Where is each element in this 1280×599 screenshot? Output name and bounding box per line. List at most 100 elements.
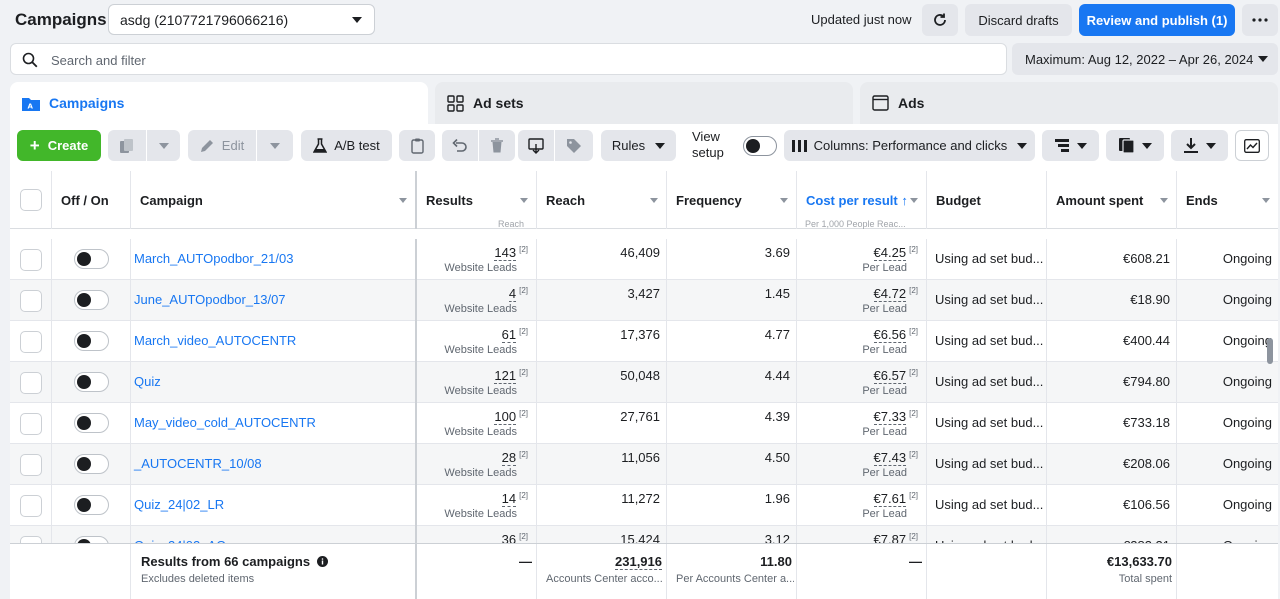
download-button[interactable] [1171,130,1228,161]
edit-button[interactable]: Edit [188,130,256,161]
search-bar[interactable] [10,43,1007,75]
export-button[interactable] [518,130,554,161]
tab-campaigns[interactable]: A Campaigns [10,82,428,124]
clipboard-button[interactable] [399,130,435,161]
table-row[interactable]: March_video_AUTOCENTR 61 [2] Website Leads 1… [10,321,1278,362]
breakdown-button[interactable] [1042,130,1099,161]
reach-value: 11,056 [621,450,660,465]
row-checkbox[interactable] [20,290,42,312]
cost-number[interactable]: €4.25 [873,245,907,261]
header-frequency[interactable]: Frequency [667,171,797,229]
undo-button[interactable] [442,130,478,161]
campaign-name-link[interactable]: June_AUTOpodbor_13/07 [134,292,286,307]
create-button[interactable]: + Create [17,130,101,161]
row-checkbox[interactable] [20,454,42,476]
sort-caret-icon [650,198,658,203]
campaign-name-link[interactable]: March_video_AUTOCENTR [134,333,296,348]
review-publish-button[interactable]: Review and publish (1) [1079,4,1235,36]
header-off-on[interactable]: Off / On [52,171,131,229]
row-checkbox[interactable] [20,495,42,517]
row-checkbox[interactable] [20,372,42,394]
duplicate-dropdown-button[interactable] [147,130,180,161]
campaign-name-link[interactable]: Quiz [134,374,161,389]
campaign-toggle[interactable] [74,372,109,392]
header-ends[interactable]: Ends [1177,171,1278,229]
campaign-name-link[interactable]: March_AUTOpodbor_21/03 [134,251,293,266]
header-amount-spent[interactable]: Amount spent [1047,171,1177,229]
table-scrollbar[interactable] [1267,338,1273,364]
footer-frequency-value: 11.80 [760,554,792,569]
frequency-value: 4.50 [764,450,790,465]
view-setup-toggle[interactable] [743,136,777,156]
reports-button[interactable] [1106,130,1164,161]
footer-frequency-cell [667,544,797,599]
footnote-marker: [2] [909,450,918,459]
table-row[interactable]: May_video_cold_AUTOCENTR 100 [2] Website Le… [10,403,1278,444]
header-campaign[interactable]: Campaign [131,171,417,229]
table-row[interactable]: Quiz 121 [2] Website Leads 50,048 4.44 €6.57 [2… [10,362,1278,403]
svg-text:A: A [28,102,34,110]
table-row[interactable]: _AUTOCENTR_10/08 28 [2] Website Leads 11,056… [10,444,1278,485]
table-row[interactable]: March_AUTOpodbor_21/03 143 [2] Website Lead… [10,239,1278,280]
row-checkbox[interactable] [20,249,42,271]
sort-caret-icon [520,198,528,203]
results-value: 28 [2] [417,450,528,466]
campaign-toggle[interactable] [74,331,109,351]
cost-number[interactable]: €7.33 [873,409,907,425]
cost-number[interactable]: €7.43 [873,450,907,466]
table-row[interactable]: June_AUTOpodbor_13/07 4 [2] Website Leads 3,… [10,280,1278,321]
results-number[interactable]: 121 [494,368,517,384]
info-icon[interactable] [316,556,328,567]
toggle-knob [77,416,91,430]
results-number[interactable]: 100 [494,409,517,425]
table-row[interactable]: Quiz_24|02_LR 14 [2] Website Leads 11,272 1.9… [10,485,1278,526]
campaign-name-link[interactable]: _AUTOCENTR_10/08 [134,456,262,471]
campaigns-table: Off / On Campaign Results Reach Frequenc… [10,171,1278,599]
line-chart-icon [1244,138,1260,153]
footer-blank [10,544,131,599]
account-selector[interactable]: asdg (2107721796066216) [108,4,375,35]
tab-ads[interactable]: Ads [860,82,1278,124]
cost-label: Per Lead [862,262,907,274]
cost-number[interactable]: €6.57 [873,368,907,384]
header-reach[interactable]: Reach [537,171,667,229]
chevron-down-icon [1076,142,1087,149]
results-number[interactable]: 4 [508,286,517,302]
row-checkbox[interactable] [20,331,42,353]
cost-number[interactable]: €4.72 [873,286,907,302]
row-checkbox[interactable] [20,413,42,435]
campaign-toggle[interactable] [74,454,109,474]
campaign-toggle[interactable] [74,249,109,269]
tag-button[interactable] [555,130,593,161]
footer-reach-value: 231,916 [537,554,662,570]
select-all-checkbox[interactable] [20,189,42,211]
tab-ad-sets[interactable]: Ad sets [435,82,853,124]
duplicate-button[interactable] [108,130,146,161]
date-range-picker[interactable]: Maximum: Aug 12, 2022 – Apr 26, 2024 [1012,43,1278,75]
cost-number[interactable]: €6.56 [873,327,907,343]
charts-button[interactable] [1235,130,1269,161]
cost-number[interactable]: €7.61 [873,491,907,507]
campaign-toggle[interactable] [74,290,109,310]
campaign-toggle[interactable] [74,495,109,515]
results-number[interactable]: 28 [501,450,517,466]
rules-button[interactable]: Rules [601,130,676,161]
campaign-name-link[interactable]: May_video_cold_AUTOCENTR [134,415,316,430]
search-input[interactable] [51,50,951,70]
results-number[interactable]: 14 [501,491,517,507]
refresh-button[interactable] [922,4,958,36]
tab-label: Ads [898,95,925,111]
delete-button[interactable] [479,130,515,161]
ab-test-button[interactable]: A/B test [301,130,392,161]
discard-drafts-button[interactable]: Discard drafts [965,4,1072,36]
campaign-toggle[interactable] [74,413,109,433]
campaign-name-link[interactable]: Quiz_24|02_LR [134,497,224,512]
results-number[interactable]: 143 [494,245,517,261]
more-options-button[interactable] [1242,4,1278,36]
columns-button[interactable]: Columns: Performance and clicks [784,130,1035,161]
header-budget[interactable]: Budget [927,171,1047,229]
cost-label: Per Lead [862,467,907,479]
results-number[interactable]: 61 [501,327,517,343]
ends-value: Ongoing [1222,415,1272,430]
edit-dropdown-button[interactable] [257,130,293,161]
